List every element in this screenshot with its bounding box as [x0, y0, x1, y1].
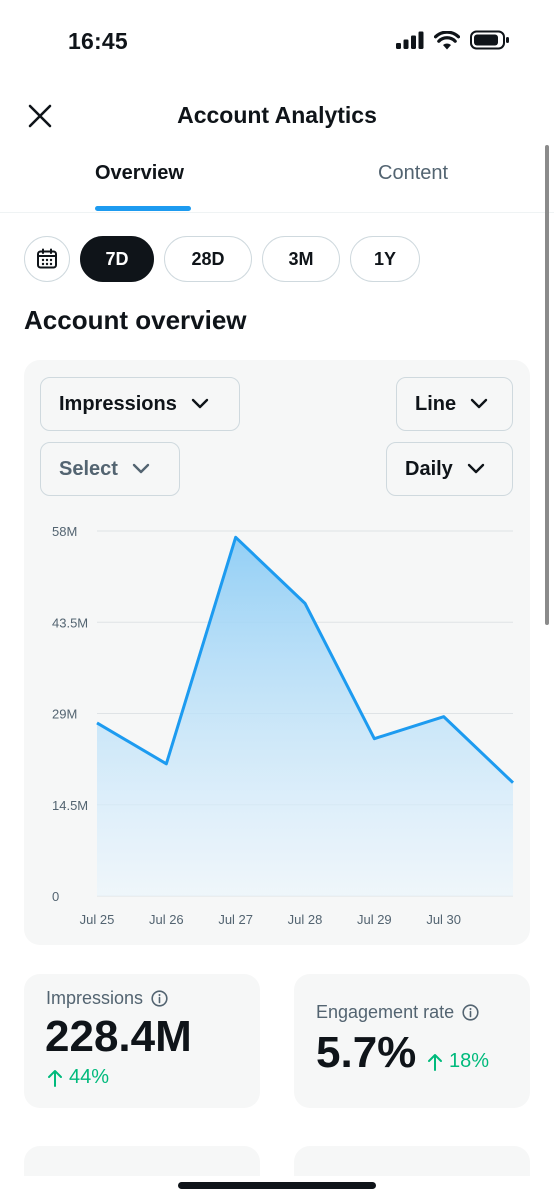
status-bar: 16:45 — [0, 0, 554, 80]
info-icon[interactable] — [462, 1004, 479, 1021]
wifi-icon — [434, 30, 460, 49]
date-range-selector: 7D 28D 3M 1Y — [24, 236, 420, 282]
impressions-stat-label-row: Impressions — [46, 988, 168, 1009]
impressions-stat-change: 44% — [47, 1066, 109, 1089]
section-title: Account overview — [24, 305, 247, 335]
calendar-button[interactable] — [24, 236, 70, 282]
scrollbar[interactable] — [545, 145, 549, 625]
y-tick-label: 14.5M — [52, 798, 88, 813]
impressions-stat-label: Impressions — [46, 988, 144, 1008]
chart-card: Impressions Line Select Daily 0 14.5M 29M 4… — [24, 360, 530, 945]
y-tick-label: 58M — [52, 524, 77, 539]
range-3m-button[interactable]: 3M — [262, 236, 340, 282]
status-time: 16:45 — [68, 28, 128, 54]
range-28d-button[interactable]: 28D — [164, 236, 252, 282]
calendar-icon — [37, 248, 57, 269]
cellular-signal-icon — [396, 31, 424, 49]
page-title: Account Analytics — [177, 102, 377, 128]
x-tick-label: Jul 26 — [149, 912, 184, 927]
active-tab-indicator — [95, 206, 191, 211]
engagement-rate-stat-card[interactable]: Engagement rate 5.7% 18% — [294, 974, 530, 1108]
y-tick-label: 29M — [52, 707, 77, 722]
engagement-rate-change: 18% — [427, 1050, 489, 1073]
range-1y-button[interactable]: 1Y — [350, 236, 420, 282]
arrow-up-icon — [48, 1069, 62, 1087]
y-tick-label: 43.5M — [52, 615, 88, 630]
info-icon[interactable] — [151, 990, 168, 1007]
impressions-stat-value: 228.4M — [45, 1012, 192, 1061]
x-tick-label: Jul 25 — [80, 912, 115, 927]
home-indicator — [178, 1182, 376, 1189]
x-tick-label: Jul 30 — [426, 912, 461, 927]
tab-bar: Overview Content — [0, 150, 554, 213]
arrow-up-icon — [428, 1053, 442, 1071]
impressions-stat-card[interactable]: Impressions 228.4M 44% — [24, 974, 260, 1108]
impressions-stat-change-value: 44% — [69, 1066, 110, 1088]
x-tick-label: Jul 29 — [357, 912, 392, 927]
x-tick-label: Jul 28 — [288, 912, 323, 927]
x-tick-label: Jul 27 — [218, 912, 253, 927]
status-icons — [396, 30, 510, 50]
range-7d-button[interactable]: 7D — [80, 236, 154, 282]
header: Account Analytics — [0, 90, 554, 140]
tab-overview[interactable]: Overview — [95, 162, 184, 185]
battery-icon — [470, 30, 509, 50]
stat-card-peek-left — [24, 1146, 260, 1176]
engagement-rate-value: 5.7% — [316, 1028, 417, 1077]
impressions-chart[interactable]: 0 14.5M 29M 43.5M 58M Jul 25 Jul 26 Jul 27 Jul 2… — [24, 360, 530, 945]
stat-card-peek-right — [294, 1146, 530, 1176]
y-tick-label: 0 — [52, 889, 59, 904]
engagement-rate-change-value: 18% — [449, 1050, 490, 1072]
engagement-rate-label: Engagement rate — [316, 1002, 455, 1022]
engagement-rate-label-row: Engagement rate — [316, 1002, 479, 1023]
tab-content[interactable]: Content — [378, 162, 448, 185]
impressions-area — [97, 537, 513, 896]
